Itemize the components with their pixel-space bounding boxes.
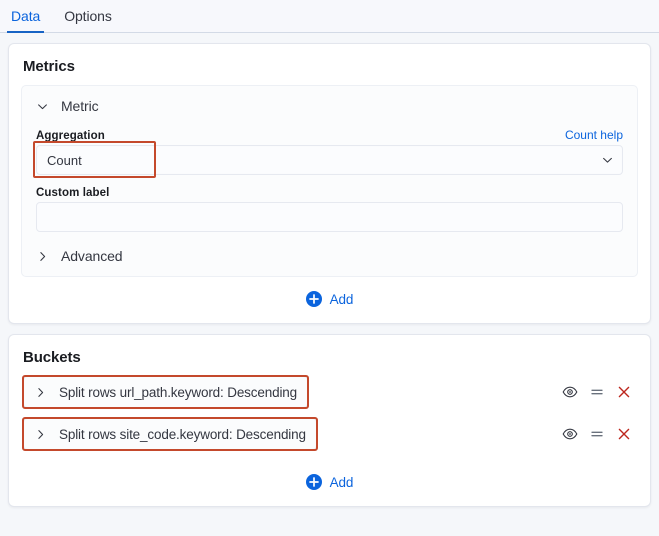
tab-options-label: Options (64, 8, 112, 24)
toggle-visibility-icon[interactable] (561, 384, 578, 401)
bucket-row-actions-0 (561, 384, 636, 401)
bucket-label-1: Split rows site_code.keyword: Descending (59, 426, 306, 442)
chevron-right-icon (34, 428, 47, 441)
buckets-panel: Buckets Split rows url_path.keyword: Des… (8, 334, 651, 507)
tab-data-label: Data (11, 8, 41, 24)
bucket-row-actions-1 (561, 426, 636, 443)
add-bucket-label: Add (329, 474, 354, 490)
chevron-right-icon (36, 250, 49, 263)
metric-accordion-header[interactable]: Metric (34, 96, 625, 124)
buckets-add-row: Add (21, 460, 638, 494)
add-metric-label: Add (329, 291, 354, 307)
visualization-editor-panel: Data Options Metrics Metric Aggregation … (0, 0, 659, 536)
plus-circle-icon (305, 291, 322, 307)
chevron-right-icon (34, 386, 47, 399)
metric-aggregation-card: Metric Aggregation Count help Count Cust… (21, 85, 638, 277)
count-help-link[interactable]: Count help (565, 128, 623, 142)
custom-label-row: Custom label (36, 187, 623, 199)
metrics-panel: Metrics Metric Aggregation Count help Co… (8, 43, 651, 324)
plus-circle-icon (305, 474, 322, 490)
bucket-label-0: Split rows url_path.keyword: Descending (59, 384, 298, 400)
chevron-down-icon (36, 100, 49, 113)
remove-icon[interactable] (615, 384, 632, 401)
drag-handle-icon[interactable] (588, 384, 605, 401)
metrics-add-row: Add (21, 277, 638, 311)
advanced-accordion-header[interactable]: Advanced (34, 242, 625, 268)
tab-options[interactable]: Options (63, 9, 113, 32)
custom-label-input-wrap (36, 202, 623, 242)
aggregation-select[interactable]: Count (36, 145, 623, 175)
bucket-row: Split rows site_code.keyword: Descending (22, 417, 636, 451)
bucket-accordion-1[interactable]: Split rows site_code.keyword: Descending (22, 417, 318, 451)
aggregation-label: Aggregation (36, 130, 105, 142)
add-bucket-button[interactable]: Add (302, 472, 358, 492)
drag-handle-icon[interactable] (588, 426, 605, 443)
aggregation-select-value: Count (47, 152, 82, 168)
add-metric-button[interactable]: Add (302, 289, 358, 309)
aggregation-select-wrap: Count (33, 141, 623, 178)
aggregation-label-row: Aggregation Count help (36, 128, 623, 142)
toggle-visibility-icon[interactable] (561, 426, 578, 443)
buckets-panel-title: Buckets (23, 349, 81, 366)
metric-accordion-label: Metric (61, 98, 99, 114)
tab-data[interactable]: Data (6, 8, 45, 33)
advanced-accordion-label: Advanced (61, 248, 123, 264)
custom-label-label: Custom label (36, 187, 110, 199)
metrics-panel-title: Metrics (23, 58, 75, 75)
editor-tabs: Data Options (0, 0, 659, 33)
custom-label-input[interactable] (36, 202, 623, 232)
bucket-row: Split rows url_path.keyword: Descending (22, 375, 636, 409)
remove-icon[interactable] (615, 426, 632, 443)
bucket-accordion-0[interactable]: Split rows url_path.keyword: Descending (22, 375, 310, 409)
